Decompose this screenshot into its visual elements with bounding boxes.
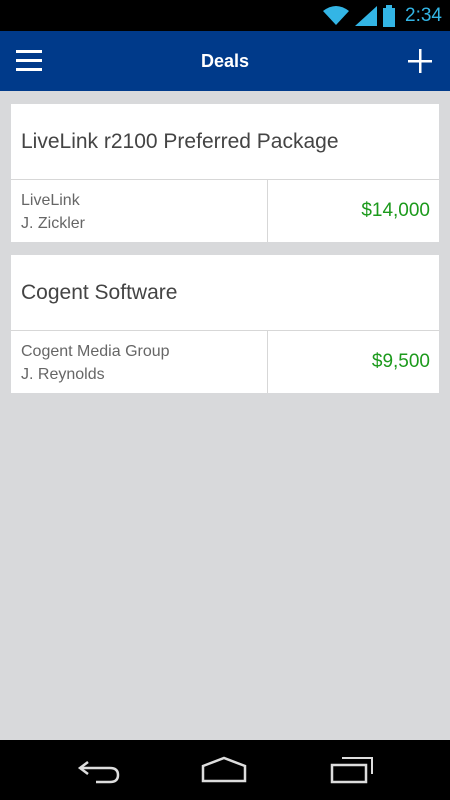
status-time: 2:34 [405,4,442,26]
wifi-icon [323,5,350,25]
deal-contact: J. Zickler [21,215,85,232]
add-deal-button[interactable] [402,43,438,79]
deal-details: LiveLink J. Zickler $14,000 [11,180,439,242]
deal-contact: J. Reynolds [21,366,105,383]
deal-card[interactable]: Cogent Software Cogent Media Group J. Re… [11,255,439,393]
app-bar: Deals [0,31,450,91]
recent-apps-icon [330,757,373,784]
home-icon [201,756,247,783]
battery-icon [383,4,396,27]
status-icons: 2:34 [323,0,442,31]
signal-icon [355,5,378,26]
deal-amount: $9,500 [371,351,430,372]
deal-amount: $14,000 [361,200,430,221]
deal-card[interactable]: LiveLink r2100 Preferred Package LiveLin… [11,104,439,242]
deal-company: LiveLink [21,192,80,209]
status-bar: 2:34 [0,0,450,31]
deal-title: Cogent Software [11,255,439,331]
navigation-bar [0,740,450,800]
back-button[interactable] [76,754,124,786]
home-button[interactable] [200,754,248,786]
deal-details: Cogent Media Group J. Reynolds $9,500 [11,331,439,393]
deal-title: LiveLink r2100 Preferred Package [11,104,439,180]
plus-icon [408,49,432,73]
deal-company: Cogent Media Group [21,343,170,360]
recent-apps-button[interactable] [328,754,376,786]
page-title: Deals [200,51,250,71]
deals-list: LiveLink r2100 Preferred Package LiveLin… [11,104,439,406]
deal-info: LiveLink J. Zickler [11,180,268,242]
deal-info: Cogent Media Group J. Reynolds [11,331,268,393]
back-icon [77,761,120,784]
